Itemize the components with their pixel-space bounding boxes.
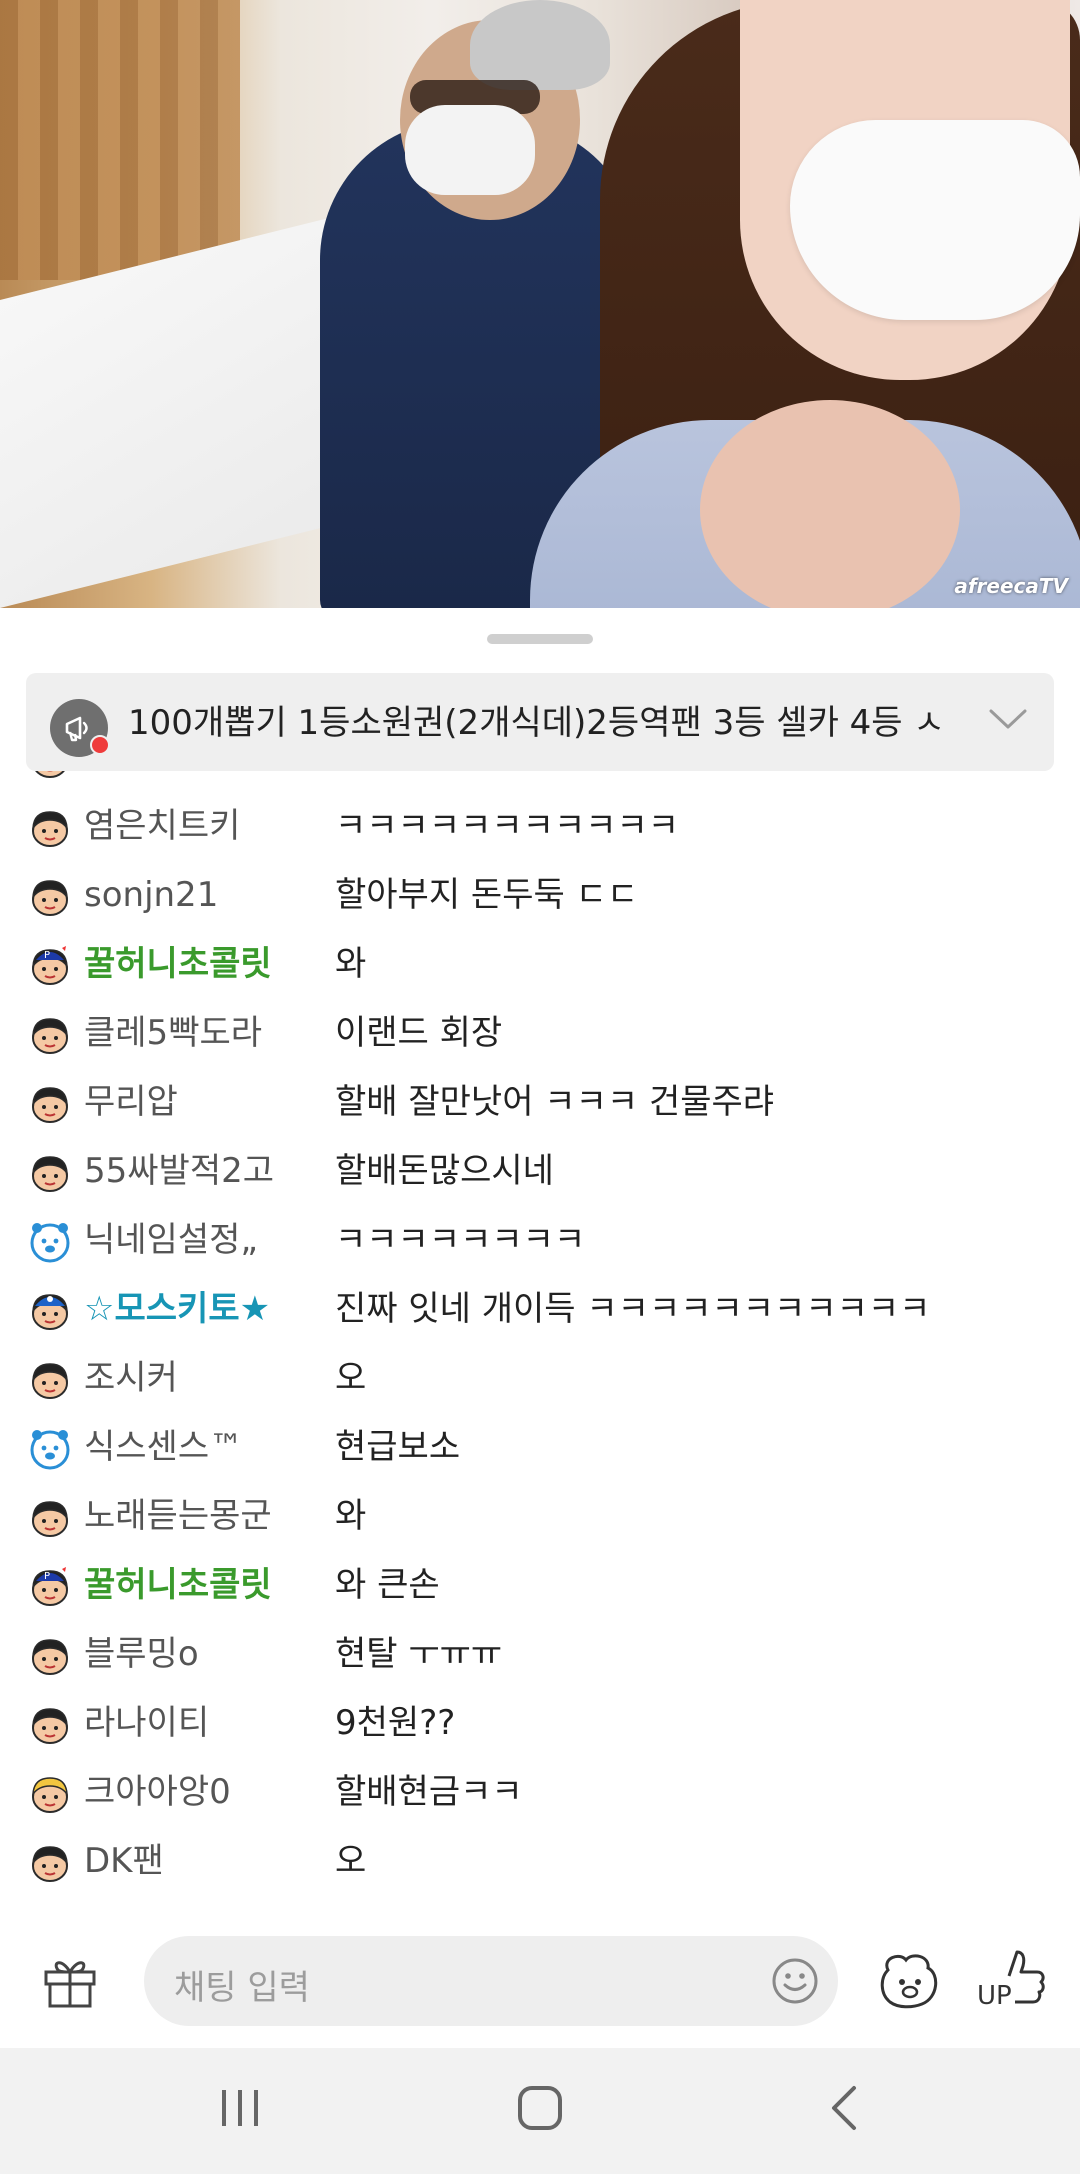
chat-nickname[interactable]: 조시커 (84, 1356, 178, 1400)
chat-row[interactable]: sonjn21 할아부지 돈두둑 ㄷㄷ (0, 861, 1080, 930)
notice-banner[interactable]: 100개뽑기 1등소원권(2개식데)2등역팬 3등 셀카 4등 ㅅ (26, 673, 1054, 771)
chat-message: 할아부지 돈두둑 ㄷㄷ (335, 875, 639, 915)
user-avatar-icon[interactable] (28, 771, 72, 781)
chat-row[interactable]: 염은치트키 ㅋㅋㅋㅋㅋㅋㅋㅋㅋㅋㅋ (0, 792, 1080, 861)
chat-row[interactable]: 55싸발적2고 할배돈많으시네 (0, 1137, 1080, 1206)
chat-row[interactable]: 라나이티 9천원?? (0, 1689, 1080, 1758)
user-avatar-icon[interactable] (28, 1703, 72, 1747)
user-avatar-icon[interactable]: P (28, 944, 72, 988)
chat-message: 현급보소 (335, 1427, 461, 1467)
chat-nickname[interactable]: 크아아앙0 (84, 1770, 231, 1814)
afreeca-watermark: afreecaTV (954, 574, 1068, 598)
user-avatar-icon[interactable] (28, 1634, 72, 1678)
user-avatar-icon[interactable] (28, 1082, 72, 1126)
chat-row[interactable]: 클레5빡도라 이랜드 회장 (0, 999, 1080, 1068)
chat-row[interactable]: 무리압 할배 잘만낫어 ㅋㅋㅋ 건물주랴 (0, 1068, 1080, 1137)
notice-text: 100개뽑기 1등소원권(2개식데)2등역팬 3등 셀카 4등 ㅅ (128, 703, 945, 743)
chat-row[interactable]: 식스센스™ 현급보소 (0, 1413, 1080, 1482)
smile-icon[interactable] (770, 1956, 820, 2010)
chat-message: 할배돈많으시네 (335, 1151, 554, 1191)
chat-message: 할배현금ㅋㅋ (335, 1772, 523, 1812)
chat-input-placeholder: 채팅 입력 (174, 1968, 310, 2008)
svg-text:P: P (44, 950, 50, 961)
chat-row[interactable]: 크아아앙0 할배현금ㅋㅋ (0, 1758, 1080, 1827)
chat-row[interactable]: ☆모스키토★ 진짜 잇네 개이득 ㅋㅋㅋㅋㅋㅋㅋㅋㅋㅋㅋ (0, 1275, 1080, 1344)
user-avatar-icon[interactable] (28, 1151, 72, 1195)
chat-list[interactable]: 인생은후회 할배 ㄱ 큰손임염은치트키 ㅋㅋㅋㅋㅋㅋㅋㅋㅋㅋㅋ sonjn21 할아부지… (0, 771, 1080, 1910)
user-avatar-icon[interactable] (28, 1013, 72, 1057)
drag-handle[interactable] (487, 634, 593, 644)
chat-row[interactable]: 인생은후회 할배 ㄱ 큰손임 (0, 771, 1080, 792)
video-man-mask (405, 105, 535, 195)
chat-nickname[interactable]: 클레5빡도라 (84, 1011, 262, 1055)
chat-row[interactable]: DK팬 오 (0, 1827, 1080, 1896)
video-woman-mask (790, 120, 1080, 320)
chat-nickname[interactable]: 꿀허니초콜릿 (84, 942, 272, 986)
chat-message: 할배 잘만낫어 ㅋㅋㅋ 건물주랴 (335, 1082, 775, 1122)
chat-nickname[interactable]: 식스센스™ (84, 1425, 243, 1469)
recent-apps-icon[interactable] (218, 2084, 262, 2136)
chat-message: 오 (335, 1841, 367, 1881)
home-icon[interactable] (516, 2084, 564, 2136)
system-nav-bar (0, 2048, 1080, 2174)
up-label: UP (977, 1981, 1012, 2010)
live-video[interactable]: afreecaTV (0, 0, 1080, 608)
chat-message: ㅋㅋㅋㅋㅋㅋㅋㅋ (335, 1220, 586, 1260)
user-avatar-icon[interactable] (28, 1358, 72, 1402)
gift-icon[interactable] (40, 1950, 100, 2014)
chat-row[interactable]: P 꿀허니초콜릿 와 (0, 930, 1080, 999)
user-avatar-icon[interactable] (28, 1289, 72, 1333)
user-avatar-icon[interactable] (28, 1220, 72, 1264)
chat-nickname[interactable]: 무리압 (84, 1080, 178, 1124)
chat-nickname[interactable]: 노래듣는몽군 (84, 1494, 272, 1538)
chat-nickname[interactable]: 닉네임설정„ (84, 1218, 258, 1262)
user-avatar-icon[interactable] (28, 806, 72, 850)
user-avatar-icon[interactable] (28, 1427, 72, 1471)
svg-text:P: P (44, 1571, 50, 1582)
chat-nickname[interactable]: 인생은후회 (84, 771, 240, 779)
notice-alert-dot (90, 735, 110, 755)
chat-row[interactable]: P 꿀허니초콜릿 와 큰손 (0, 1551, 1080, 1620)
chat-toolbar: 채팅 입력 UP (0, 1910, 1080, 2048)
back-icon[interactable] (826, 2084, 862, 2136)
user-avatar-icon[interactable]: P (28, 1565, 72, 1609)
chat-message: 진짜 잇네 개이득 ㅋㅋㅋㅋㅋㅋㅋㅋㅋㅋㅋ (335, 1289, 931, 1329)
chat-input[interactable]: 채팅 입력 (144, 1936, 838, 2026)
chat-row[interactable]: 블루밍o 현탈 ㅜㅠㅠ (0, 1620, 1080, 1689)
user-avatar-icon[interactable] (28, 1841, 72, 1885)
chat-message: 와 (335, 1496, 367, 1536)
bear-face-icon[interactable] (878, 1948, 942, 2014)
user-avatar-icon[interactable] (28, 1772, 72, 1816)
chat-row[interactable]: 노래듣는몽군 와 (0, 1482, 1080, 1551)
chat-message: 오 (335, 1358, 367, 1398)
chat-nickname[interactable]: 블루밍o (84, 1632, 199, 1676)
thumbs-up-icon[interactable]: UP (975, 1946, 1047, 2014)
video-bg-wall (0, 0, 240, 280)
chat-message: 현탈 ㅜㅠㅠ (335, 1634, 503, 1674)
chat-nickname[interactable]: sonjn21 (84, 873, 218, 917)
chat-nickname[interactable]: ☆모스키토★ (84, 1287, 270, 1331)
chat-row[interactable]: 조시커 오 (0, 1344, 1080, 1413)
chat-message: 할배 ㄱ 큰손임 (335, 771, 544, 779)
chat-message: ㅋㅋㅋㅋㅋㅋㅋㅋㅋㅋㅋ (335, 806, 680, 846)
chat-message: 이랜드 회장 (335, 1013, 503, 1053)
chat-nickname[interactable]: 55싸발적2고 (84, 1149, 274, 1193)
chevron-down-icon[interactable] (988, 707, 1028, 735)
chat-nickname[interactable]: DK팬 (84, 1839, 164, 1883)
user-avatar-icon[interactable] (28, 875, 72, 919)
chat-nickname[interactable]: 라나이티 (84, 1701, 209, 1745)
chat-row[interactable]: 닉네임설정„ ㅋㅋㅋㅋㅋㅋㅋㅋ (0, 1206, 1080, 1275)
chat-message: 와 큰손 (335, 1565, 440, 1605)
chat-nickname[interactable]: 염은치트키 (84, 804, 240, 848)
video-woman-skin (700, 400, 960, 608)
video-man-hair (470, 0, 610, 90)
chat-message: 9천원?? (335, 1703, 456, 1743)
chat-nickname[interactable]: 꿀허니초콜릿 (84, 1563, 272, 1607)
chat-message: 와 (335, 944, 367, 984)
user-avatar-icon[interactable] (28, 1496, 72, 1540)
